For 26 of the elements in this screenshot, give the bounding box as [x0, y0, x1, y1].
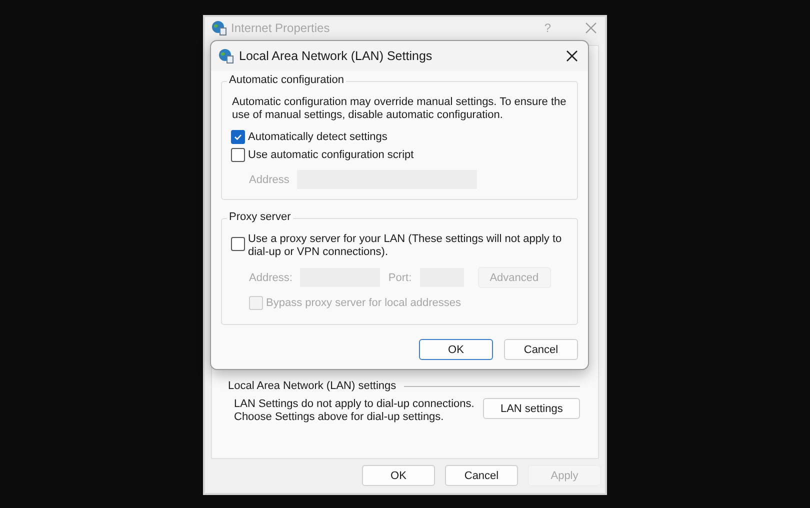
checkbox[interactable]	[231, 237, 245, 251]
close-icon[interactable]	[566, 50, 578, 62]
check-icon	[233, 132, 243, 142]
checkbox[interactable]	[231, 148, 245, 162]
checkbox[interactable]	[231, 130, 245, 144]
checkbox-label: Use a proxy server for your LAN (These settings will not apply to dial-up or VPN connections).	[248, 233, 563, 259]
dialog-button[interactable]: Cancel	[445, 465, 518, 486]
description-text: Automatic configuration may override manual settings. To ensure the use of manual settings, disable automatic configuration.	[232, 96, 568, 122]
checkbox-label: Bypass proxy server for local addresses	[266, 296, 462, 310]
checkbox-label: Automatically detect settings	[248, 130, 388, 144]
dialog-button[interactable]: OK	[362, 465, 435, 486]
field-label: Address:	[249, 272, 292, 284]
dialog-button[interactable]: OK	[419, 339, 493, 360]
group-legend: Automatic configuration	[227, 74, 346, 86]
lan-note: LAN Settings do not apply to dial-up connections. Choose Settings above for dial-up settings.	[234, 398, 476, 424]
globe-icon	[211, 20, 227, 36]
checkbox-label: Use automatic configuration script	[248, 148, 414, 162]
dialog-title: Local Area Network (LAN) Settings	[239, 49, 434, 63]
globe-icon	[218, 48, 234, 64]
window-title: Internet Properties	[231, 21, 331, 35]
section-heading: Local Area Network (LAN) settings	[228, 380, 396, 392]
field-label: Address	[249, 174, 290, 186]
group-legend: Proxy server	[227, 211, 293, 223]
lan-settings-button[interactable]: LAN settings	[483, 398, 580, 419]
field-label: Port:	[388, 272, 412, 284]
dialog-button[interactable]: Cancel	[504, 339, 578, 360]
